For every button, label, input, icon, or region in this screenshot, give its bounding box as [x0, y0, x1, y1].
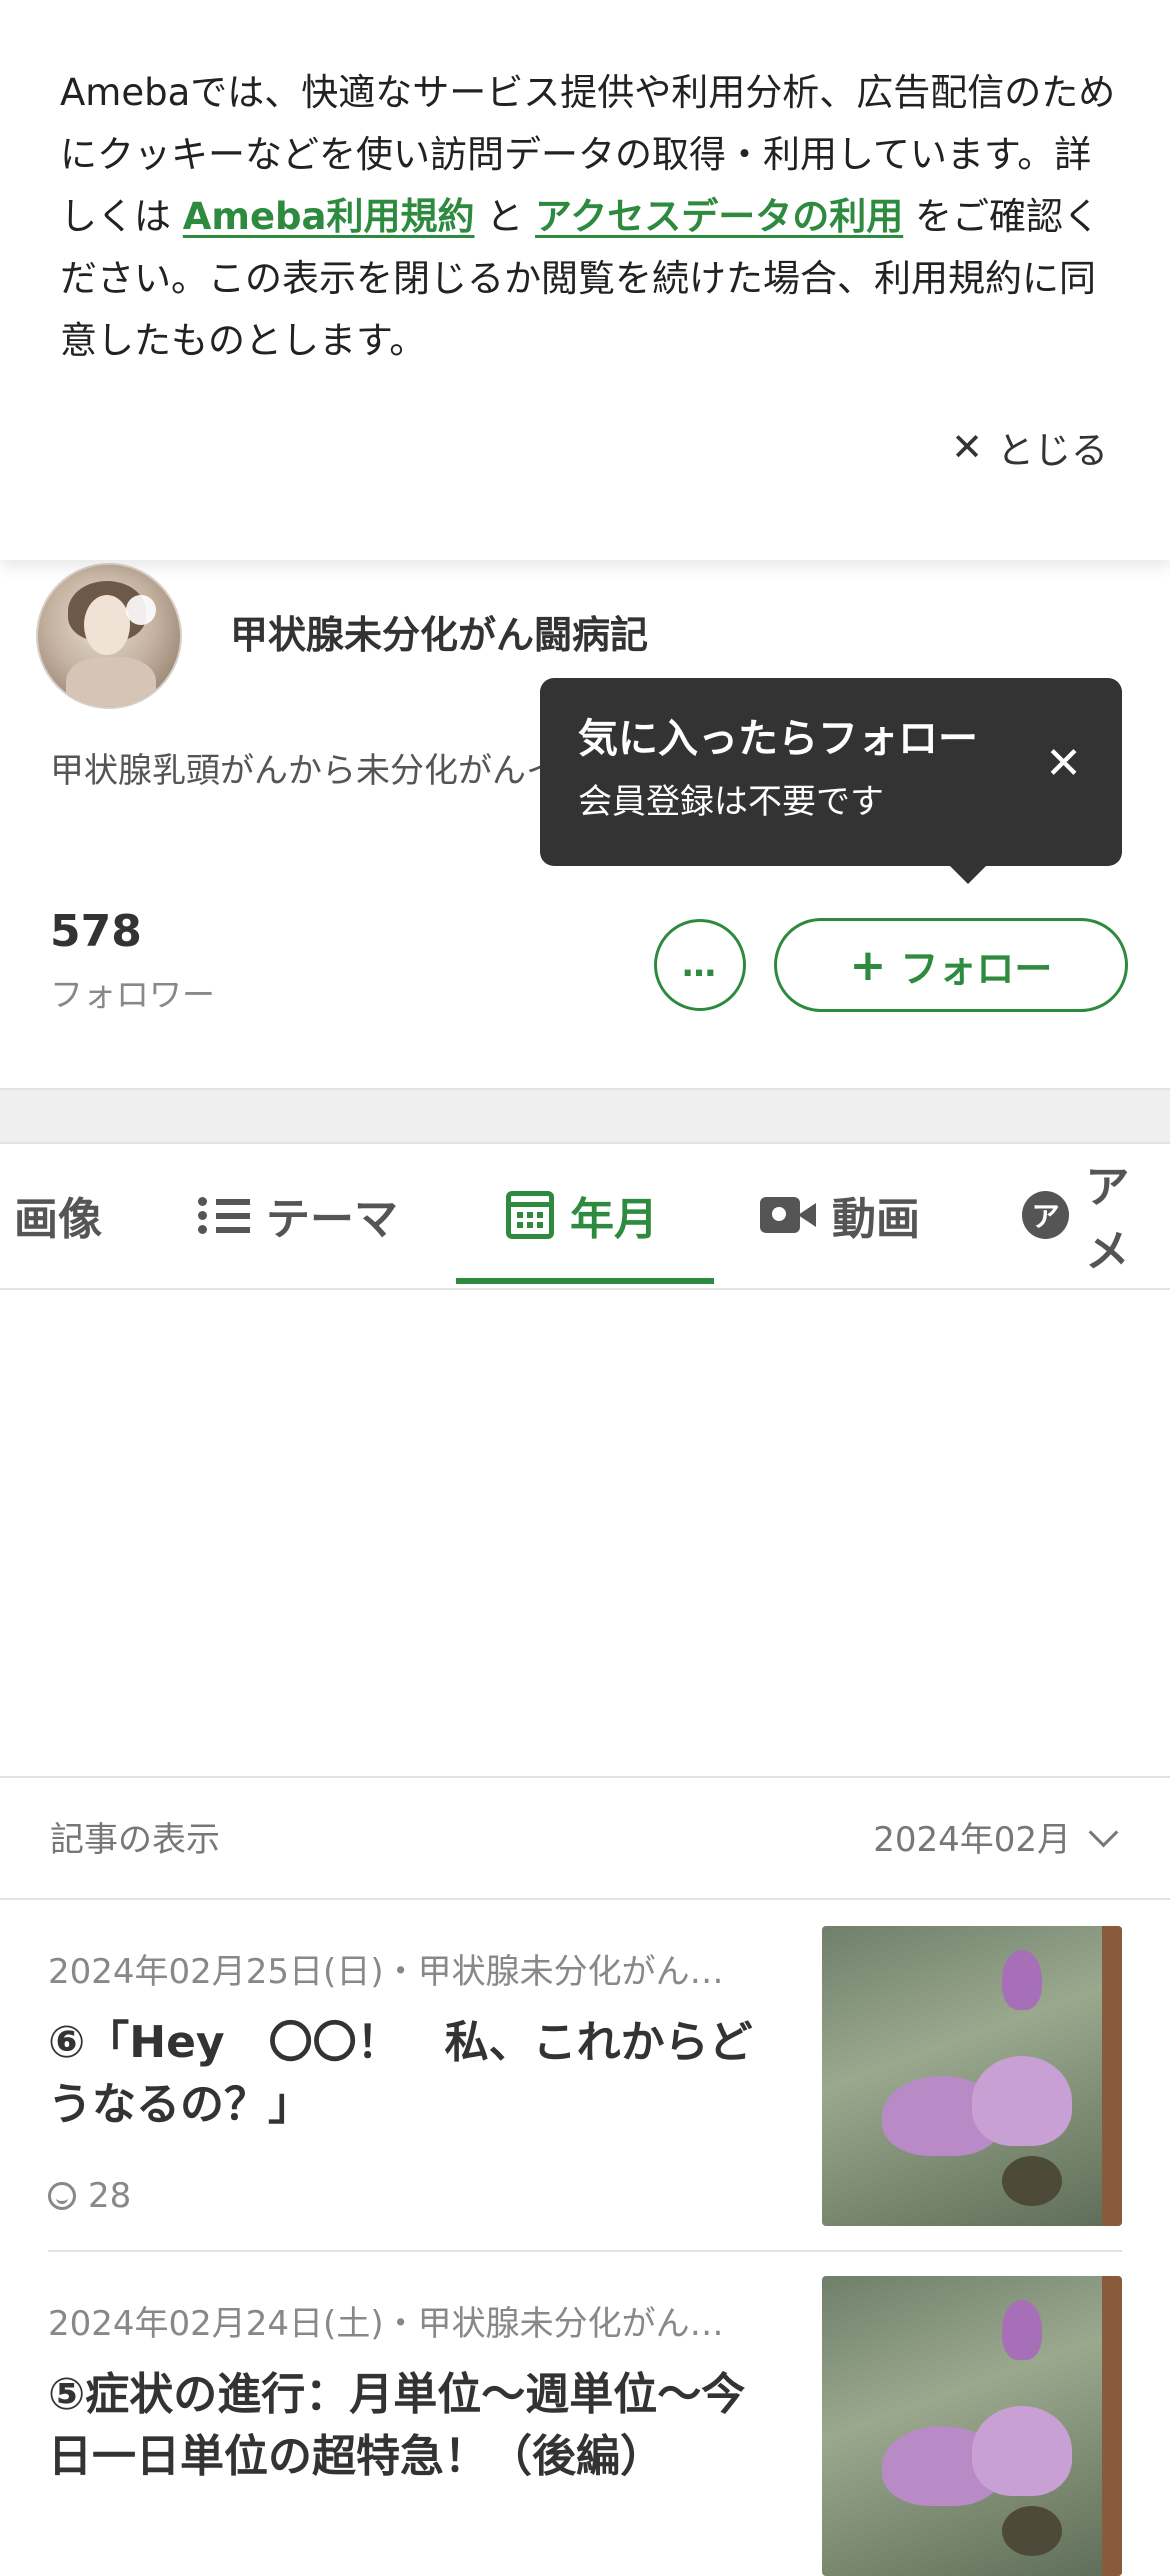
- chevron-down-icon: [1088, 1817, 1119, 1848]
- article-thumbnail[interactable]: [822, 2276, 1122, 2576]
- tab-images[interactable]: 画像: [14, 1142, 102, 1288]
- article-meta: 2024年02月24日(土)・甲状腺未分化がん…: [48, 2304, 724, 2344]
- tab-themes[interactable]: テーマ: [198, 1142, 398, 1288]
- tab-label: 動画: [832, 1194, 920, 1245]
- article-title[interactable]: ⑤症状の進行：月単位〜週単位〜今日一日単位の超特急！（後編）: [48, 2364, 788, 2488]
- cookie-text-mid: と: [474, 195, 536, 238]
- plus-icon: +: [849, 939, 887, 991]
- tooltip-close-icon[interactable]: ✕: [1045, 738, 1082, 789]
- tab-year-month[interactable]: 年月: [506, 1142, 658, 1288]
- terms-link[interactable]: Ameba利用規約: [183, 195, 475, 238]
- cookie-close-button[interactable]: ✕ とじる: [951, 420, 1108, 474]
- likes-count: 28: [88, 2176, 132, 2216]
- selector-label: 記事の表示: [50, 1820, 220, 1860]
- blog-title[interactable]: 甲状腺未分化がん闘病記: [230, 604, 648, 659]
- cookie-banner: Amebaでは、快適なサービス提供や利用分析、広告配信のためにクッキーなどを使い…: [0, 0, 1170, 560]
- ame-icon: ア: [1022, 1191, 1070, 1239]
- active-tab-indicator: [456, 1278, 714, 1284]
- tab-label: 画像: [14, 1194, 102, 1245]
- close-label: とじる: [997, 429, 1108, 472]
- tab-videos[interactable]: 動画: [760, 1142, 920, 1288]
- article-display-selector: 記事の表示 2024年02月: [0, 1776, 1170, 1900]
- follower-label: フォロワー: [50, 975, 215, 1014]
- follower-count: 578: [50, 906, 142, 957]
- list-icon: [198, 1193, 250, 1237]
- follow-label: フォロー: [900, 946, 1053, 991]
- more-options-button[interactable]: …: [654, 919, 746, 1011]
- tab-label: アメ: [1085, 1162, 1130, 1277]
- article-title[interactable]: ⑥「Hey 〇〇！ 私、これからどうなるの？」: [48, 2012, 788, 2136]
- article-thumbnail[interactable]: [822, 1926, 1122, 2226]
- tab-ame[interactable]: ア アメ: [1022, 1142, 1170, 1288]
- access-data-link[interactable]: アクセスデータの利用: [535, 195, 903, 238]
- tab-label: テーマ: [266, 1194, 398, 1245]
- tooltip-subtitle: 会員登録は不要です: [578, 782, 884, 822]
- month-value: 2024年02月: [873, 1820, 1071, 1860]
- video-icon: [760, 1195, 816, 1235]
- article-item[interactable]: 2024年02月24日(土)・甲状腺未分化がん… ⑤症状の進行：月単位〜週単位〜…: [0, 2252, 1170, 2576]
- cookie-notice-text: Amebaでは、快適なサービス提供や利用分析、広告配信のためにクッキーなどを使い…: [60, 62, 1120, 372]
- article-item[interactable]: 2024年02月25日(日)・甲状腺未分化がん… ⑥「Hey 〇〇！ 私、これか…: [0, 1898, 1170, 2250]
- avatar[interactable]: [36, 563, 182, 709]
- tooltip-title: 気に入ったらフォロー: [578, 716, 978, 762]
- smile-icon: [48, 2182, 76, 2210]
- follow-button[interactable]: + フォロー: [774, 918, 1128, 1012]
- calendar-icon: [506, 1191, 554, 1239]
- article-meta: 2024年02月25日(日)・甲状腺未分化がん…: [48, 1952, 724, 1992]
- follow-tooltip: 気に入ったらフォロー 会員登録は不要です ✕: [540, 678, 1122, 884]
- article-likes: 28: [48, 2176, 131, 2216]
- tab-label: 年月: [570, 1194, 658, 1245]
- tab-bar: 画像 テーマ 年月 動画 ア アメ: [0, 1142, 1170, 1290]
- more-icon: …: [682, 945, 718, 985]
- month-dropdown[interactable]: 2024年02月: [873, 1812, 1119, 1861]
- close-icon: ✕: [951, 425, 983, 469]
- section-divider: [0, 1088, 1170, 1144]
